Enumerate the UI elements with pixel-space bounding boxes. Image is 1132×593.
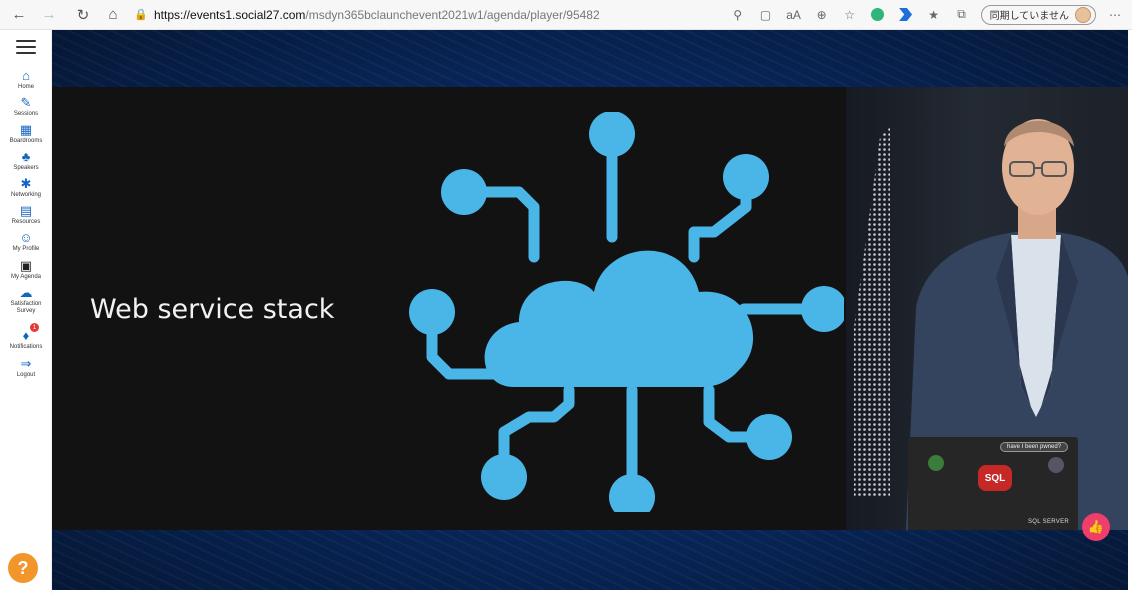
sidebar-item-boardrooms[interactable]: ▦ Boardrooms (0, 122, 52, 145)
sidebar-item-my-agenda[interactable]: ▣ My Agenda (0, 258, 52, 281)
browser-toolbar: ← → ↻ ⌂ 🔒 https://events1.social27.com/m… (0, 0, 1132, 30)
sidebar-item-notifications[interactable]: ♦ 1 Notifications (0, 323, 52, 351)
more-options-icon[interactable]: ⋯ (1106, 6, 1124, 24)
bell-icon: ♦ 1 (19, 323, 39, 342)
favorites-icon[interactable]: ★ (925, 6, 943, 24)
sidebar-item-label: Resources (11, 219, 41, 225)
laptop-sticker-pwned: have I been pwned? (1000, 442, 1069, 452)
profile-icon: ☺ (19, 229, 33, 245)
zoom-icon[interactable]: ⊕ (813, 6, 831, 24)
pencil-icon: ✎ (20, 94, 32, 110)
sidebar-item-label: Sessions (13, 111, 39, 117)
browser-home-icon[interactable]: ⌂ (102, 4, 124, 26)
laptop: have I been pwned? SQL SQL SERVER (908, 437, 1078, 530)
video-player[interactable]: Web service stack have I been pwned? SQL… (52, 30, 1128, 590)
laptop-sticker-round (1048, 457, 1064, 473)
sidebar-item-networking[interactable]: ✱ Networking (0, 176, 52, 199)
sidebar-item-label: Home (17, 84, 34, 90)
sidebar-item-resources[interactable]: ▤ Resources (0, 203, 52, 226)
sidebar-item-home[interactable]: ⌂ Home (0, 68, 52, 91)
notification-badge: 1 (30, 323, 39, 332)
collections-icon[interactable]: ⧉ (953, 6, 971, 24)
resources-icon: ▤ (19, 202, 33, 218)
cloud-network-icon (409, 112, 844, 512)
reload-icon[interactable]: ↻ (72, 4, 94, 26)
read-aloud-icon[interactable]: aA (785, 6, 803, 24)
sidebar-item-label: Notifications (9, 344, 43, 350)
sidebar-item-sessions[interactable]: ✎ Sessions (0, 95, 52, 118)
sidebar-item-label: Logout (16, 372, 36, 378)
app-sidebar: ⌂ Home ✎ Sessions ▦ Boardrooms ♣ Speaker… (0, 30, 52, 593)
like-thumbs-up-button[interactable]: 👍 (1082, 513, 1110, 541)
favorite-add-icon[interactable]: ☆ (841, 6, 859, 24)
speaker-icon: ♣ (21, 148, 31, 164)
presentation-slide: Web service stack (52, 87, 846, 530)
logout-icon: ⇒ (20, 355, 32, 371)
laptop-sticker-sql: SQL (978, 465, 1012, 491)
sync-status-label: 同期していません (989, 11, 1069, 22)
sidebar-item-label: Boardrooms (9, 138, 43, 144)
calendar-icon: ▣ (19, 257, 33, 273)
lock-icon: 🔒 (134, 9, 148, 21)
sidebar-item-label: Speakers (13, 165, 39, 171)
sidebar-item-speakers[interactable]: ♣ Speakers (0, 149, 52, 172)
menu-icon[interactable] (16, 40, 36, 54)
sidebar-item-label: My Agenda (10, 274, 42, 280)
avatar (1075, 6, 1091, 23)
url-host: https://events1.social27.com (154, 7, 306, 22)
survey-icon: ☁ (19, 284, 33, 300)
extension-blue-icon[interactable] (897, 6, 915, 24)
sidebar-item-label: Satisfaction Survey (10, 301, 42, 314)
sidebar-item-label: My Profile (12, 246, 40, 252)
extension-green-icon[interactable] (869, 6, 887, 24)
forward-arrow-icon[interactable]: → (38, 4, 60, 26)
help-button[interactable]: ? (8, 553, 38, 583)
browser-toolbar-icons: ⚲ ▢ aA ⊕ ☆ ★ ⧉ 同期していません ⋯ (729, 4, 1132, 25)
networking-icon: ✱ (20, 175, 32, 191)
url-path: /msdyn365bclaunchevent2021w1/agenda/play… (305, 7, 600, 22)
key-icon[interactable]: ⚲ (729, 6, 747, 24)
laptop-sticker-round (928, 455, 944, 471)
slide-title: Web service stack (90, 294, 335, 325)
laptop-sticker-sql-server: SQL SERVER (1028, 519, 1070, 525)
sidebar-item-logout[interactable]: ⇒ Logout (0, 356, 52, 379)
sidebar-item-label: Networking (10, 192, 41, 198)
boardroom-icon: ▦ (19, 121, 33, 137)
speaker-video: have I been pwned? SQL SQL SERVER (846, 87, 1128, 530)
sidebar-item-satisfaction-survey[interactable]: ☁ Satisfaction Survey (0, 285, 52, 315)
back-arrow-icon[interactable]: ← (8, 4, 30, 26)
home-icon: ⌂ (22, 67, 30, 83)
profile-sync-button[interactable]: 同期していません (980, 4, 1096, 25)
address-bar[interactable]: 🔒 https://events1.social27.com/msdyn365b… (134, 4, 600, 26)
app-available-icon[interactable]: ▢ (757, 6, 775, 24)
sidebar-item-my-profile[interactable]: ☺ My Profile (0, 230, 52, 253)
